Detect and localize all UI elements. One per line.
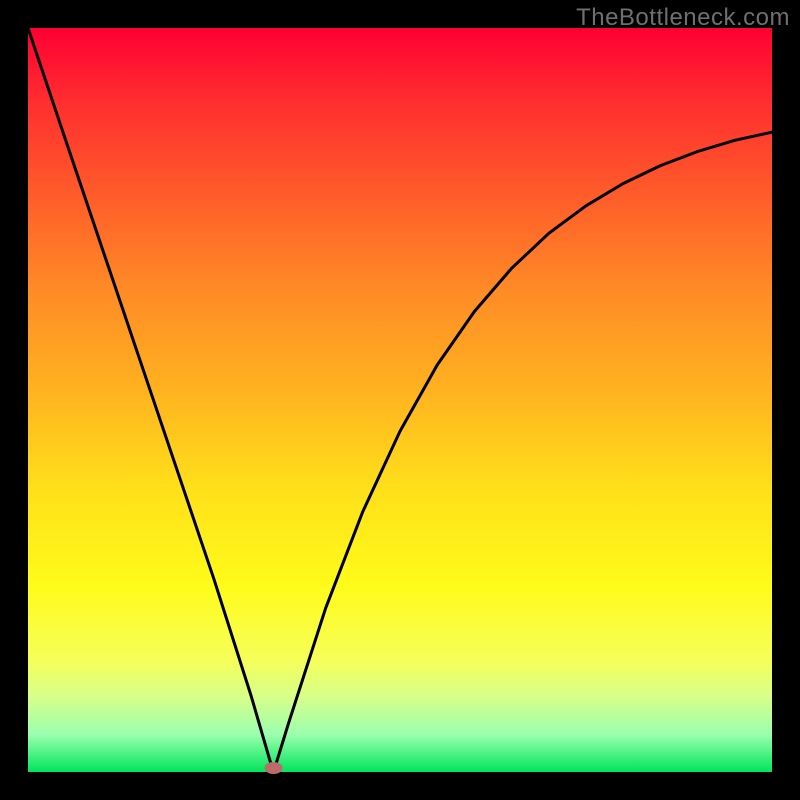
chart-plot-area: [28, 28, 772, 772]
optimal-point-marker: [265, 762, 283, 774]
watermark-text: TheBottleneck.com: [576, 4, 790, 32]
chart-svg: [28, 28, 772, 772]
bottleneck-curve: [28, 28, 772, 772]
